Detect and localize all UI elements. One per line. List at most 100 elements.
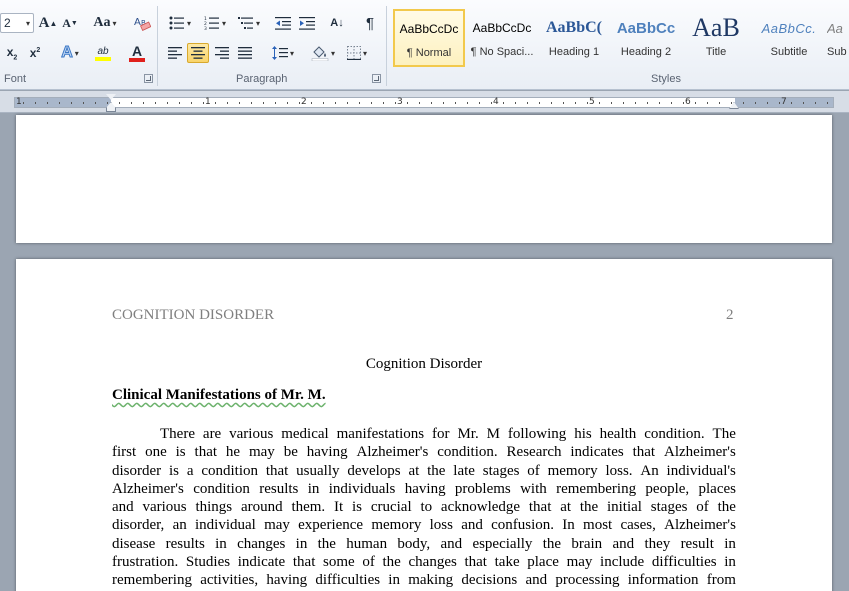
shrink-font-button[interactable]: A ▼: [60, 13, 80, 33]
ruler-tick: [755, 102, 756, 104]
decrease-indent-button[interactable]: [272, 13, 294, 33]
ruler-tick: [167, 102, 168, 104]
ruler-number: 1: [16, 97, 22, 107]
ruler-tick: [407, 102, 408, 104]
line-spacing-icon: [271, 46, 288, 60]
style-name: ¶ Normal: [406, 47, 452, 59]
multilevel-list-button[interactable]: ▾: [234, 13, 264, 33]
ruler-tick: [107, 102, 108, 104]
styles-gallery: AaBbCcDc ¶ Normal AaBbCcDc ¶ No Spaci...…: [392, 7, 849, 69]
style-preview: AaBbCc.: [761, 20, 817, 36]
style-name: Sub: [827, 46, 847, 58]
shading-button[interactable]: ▾: [307, 43, 339, 63]
ruler-tick: [191, 102, 192, 104]
style-subtle[interactable]: Aa Sub: [826, 9, 849, 67]
ruler-bar: 1 1 2 3 4 5 6 7: [14, 97, 834, 108]
borders-button[interactable]: ▾: [341, 43, 373, 63]
style-heading-1[interactable]: AaBbC( Heading 1: [538, 9, 610, 67]
paragraph-dialog-launcher[interactable]: [372, 74, 381, 83]
multilevel-list-icon: [237, 17, 253, 29]
justify-button[interactable]: [234, 43, 256, 63]
align-left-icon: [168, 47, 182, 59]
clear-formatting-button[interactable]: A B: [131, 13, 153, 33]
ruler-tick: [323, 102, 324, 104]
superscript-button[interactable]: x2: [25, 43, 45, 63]
ruler-tick: [599, 102, 600, 104]
ruler-tick: [791, 102, 792, 104]
ruler-number: 6: [685, 97, 691, 107]
ruler-tick: [683, 102, 684, 104]
change-case-button[interactable]: Aa ▾: [91, 13, 119, 33]
style-name: Heading 2: [620, 46, 672, 58]
show-marks-button[interactable]: ¶: [359, 13, 381, 33]
ruler-tick: [623, 102, 624, 104]
body-paragraph[interactable]: There are various medical manifestations for M…: [112, 425, 736, 590]
style-name: Title: [705, 46, 727, 58]
ruler-tick: [707, 102, 708, 104]
style-heading-2[interactable]: AaBbCc Heading 2: [610, 9, 682, 67]
ruler-tick: [503, 102, 504, 104]
text-effects-button[interactable]: A ▾: [56, 43, 84, 63]
ruler-tick: [827, 102, 828, 104]
ruler-tick: [635, 102, 636, 104]
line-spacing-button[interactable]: ▾: [268, 43, 298, 63]
ruler-tick: [23, 102, 24, 104]
numbering-icon: 1 2 3: [204, 16, 219, 30]
style-name: ¶ No Spaci...: [470, 46, 534, 58]
font-size-box[interactable]: 2 ▾: [0, 13, 34, 33]
ruler-tick: [155, 102, 156, 104]
document-page-2[interactable]: COGNITION DISORDER 2 Cognition Disorder …: [16, 259, 832, 591]
numbering-button[interactable]: 1 2 3 ▾: [200, 13, 230, 33]
style-title[interactable]: AaB Title: [680, 9, 752, 67]
font-color-button[interactable]: A: [122, 43, 152, 63]
style-preview: AaBbCcDc: [472, 21, 532, 35]
ruler-tick: [467, 102, 468, 104]
section-heading: Clinical Manifestations of Mr. M.: [112, 387, 326, 403]
ruler-number: 4: [493, 97, 499, 107]
style-normal[interactable]: AaBbCcDc ¶ Normal: [393, 9, 465, 67]
increase-indent-button[interactable]: [296, 13, 318, 33]
highlight-icon: ab: [97, 45, 109, 57]
paragraph-group-label: Paragraph: [236, 73, 288, 85]
align-right-button[interactable]: [211, 43, 233, 63]
pilcrow-icon: ¶: [365, 14, 375, 32]
ruler-tick: [455, 102, 456, 104]
ribbon: 2 ▾ A▲ A▼ Aa▾ A B x2 x2 A▾ ab A Font: [0, 0, 849, 90]
style-subtitle[interactable]: AaBbCc. Subtitle: [753, 9, 825, 67]
ruler-tick: [263, 102, 264, 104]
ruler-tick: [443, 102, 444, 104]
first-line-indent-marker[interactable]: [106, 94, 116, 100]
running-head: COGNITION DISORDER: [112, 307, 275, 323]
style-name: Heading 1: [548, 46, 600, 58]
ruler-tick: [779, 102, 780, 104]
highlight-button[interactable]: ab: [87, 43, 119, 63]
ruler-tick: [743, 102, 744, 104]
align-left-button[interactable]: [164, 43, 186, 63]
subscript-button[interactable]: x2: [2, 43, 22, 63]
font-color-icon: A: [131, 42, 143, 59]
body-line: Alzheimer's condition results in individuals…: [112, 480, 736, 497]
ruler-tick: [803, 102, 804, 104]
sort-button[interactable]: A↓: [326, 13, 348, 33]
ruler-tick: [647, 102, 648, 104]
page-number: 2: [726, 307, 734, 323]
horizontal-ruler[interactable]: 1 1 2 3 4 5 6 7: [0, 91, 849, 113]
ruler-tick: [611, 102, 612, 104]
bullets-button[interactable]: ▾: [166, 13, 194, 33]
subscript-icon: x2: [6, 44, 18, 62]
align-center-button[interactable]: [187, 43, 209, 63]
ruler-tick: [71, 102, 72, 104]
ruler-left-margin: [15, 98, 111, 107]
ruler-tick: [491, 102, 492, 104]
font-size-value: 2: [4, 16, 11, 30]
grow-font-button[interactable]: A ▲: [38, 13, 58, 33]
document-page-1[interactable]: [16, 115, 832, 243]
justify-icon: [238, 47, 252, 59]
ruler-tick: [515, 102, 516, 104]
style-no-spacing[interactable]: AaBbCcDc ¶ No Spaci...: [466, 9, 538, 67]
font-dialog-launcher[interactable]: [144, 74, 153, 83]
style-preview: AaBbCc: [616, 19, 676, 37]
ruler-tick: [47, 102, 48, 104]
ruler-tick: [563, 102, 564, 104]
body-line: first one is that he may be having Alzheimer's co…: [112, 444, 736, 461]
